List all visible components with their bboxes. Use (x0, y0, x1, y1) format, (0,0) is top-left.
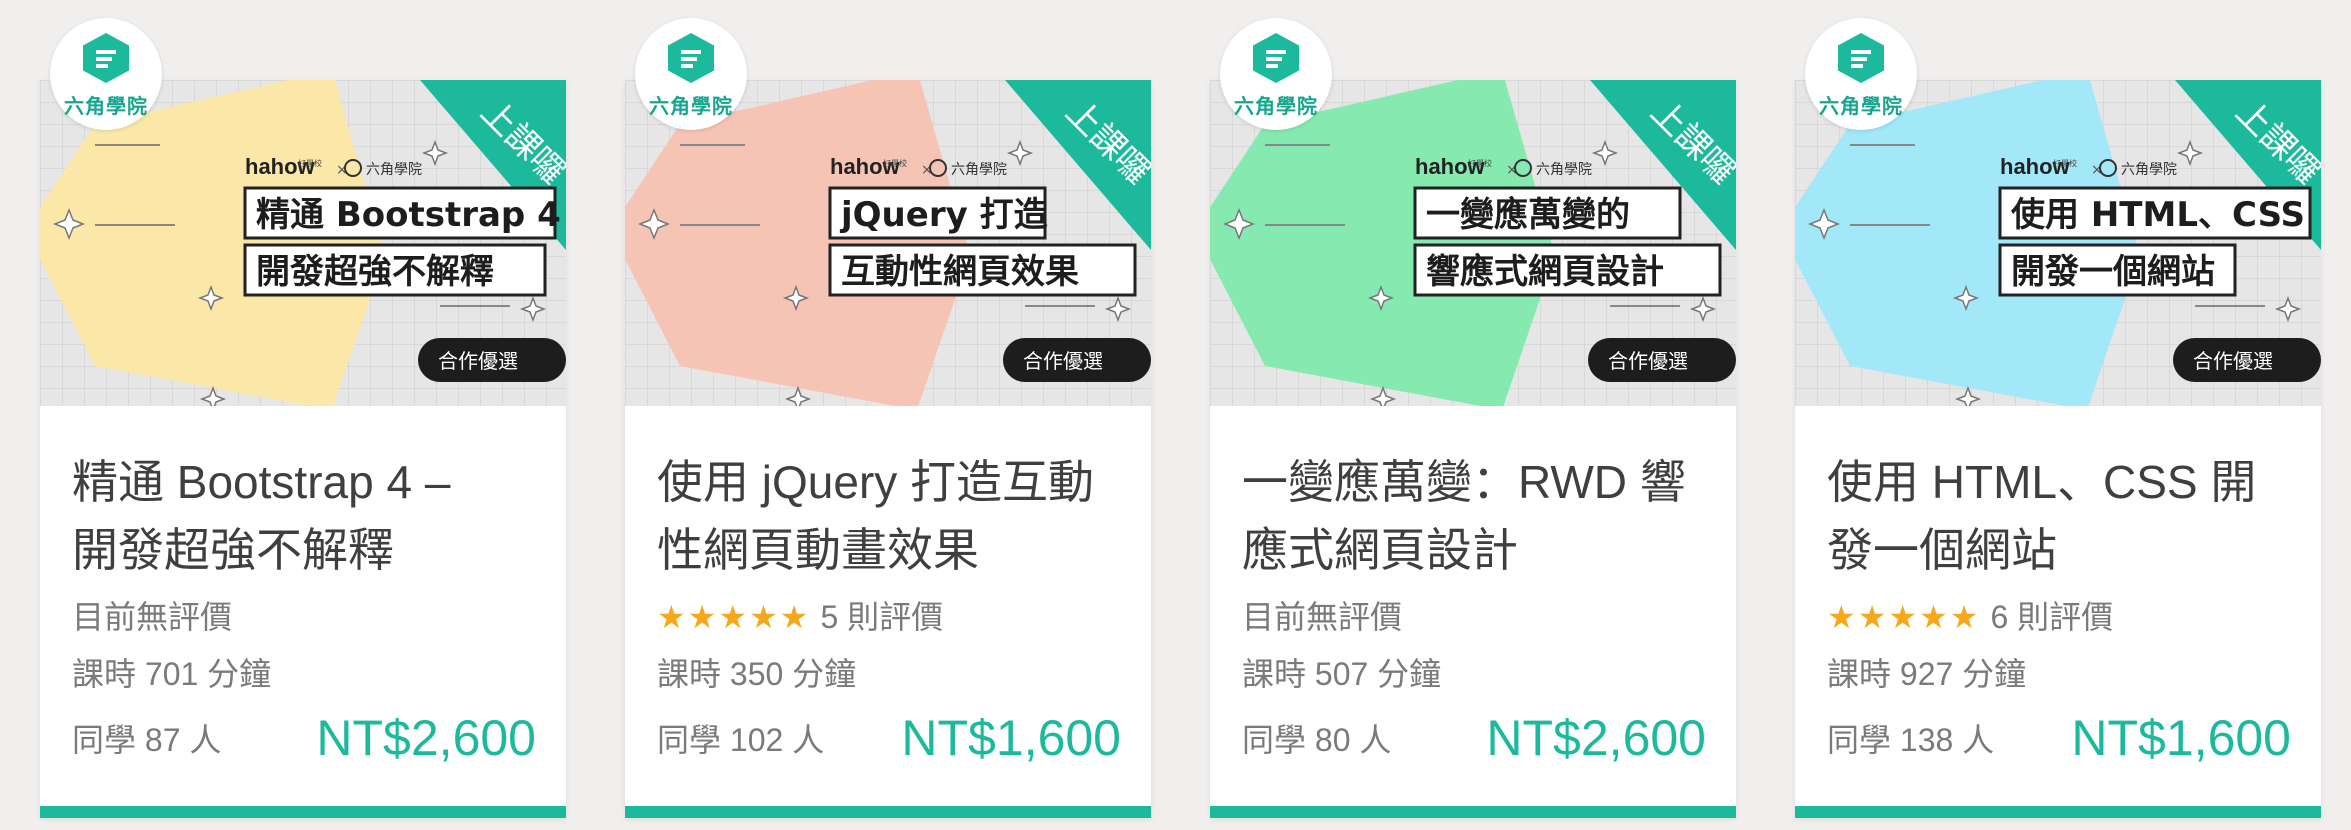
course-price: NT$2,600 (316, 710, 536, 766)
title-line: 精通 Bootstrap 4 – (72, 456, 451, 508)
rating-text: 目前無評價 (72, 599, 233, 635)
banner-line-1: jQuery 打造 (839, 195, 1048, 235)
card-accent-bar (625, 806, 1151, 818)
course-duration: 課時 927 分鐘 (1827, 656, 2027, 692)
title-line: 發一個網站 (1827, 524, 2057, 576)
banner-line-1: 精通 Bootstrap 4 (256, 195, 561, 235)
rating-text: 6 則評價 (1990, 599, 2114, 635)
collab-badge: 合作優選 (1023, 349, 1103, 373)
student-count: 同學 80 人 (1242, 722, 1392, 758)
star-rating-icon: ★★★★★ (657, 599, 811, 635)
partner-small: 好學校 (2053, 158, 2077, 168)
logo-text: 六角學院 (649, 94, 733, 118)
banner-line-2: 開發超強不解釋 (256, 252, 494, 292)
rating: 目前無評價 (1242, 597, 1402, 637)
student-count: 同學 102 人 (657, 722, 825, 758)
course-thumbnail[interactable]: 上課囉 hahow 好學校 × 六角學院 精通 Bootstrap 4 開發超強… (40, 80, 566, 406)
course-price: NT$1,600 (2071, 710, 2291, 766)
banner-line-2: 互動性網頁效果 (841, 252, 1079, 292)
rating: ★★★★★ 5 則評價 (657, 597, 943, 637)
course-card[interactable]: 六角學院 上課囉 hahow 好學校 × 六角學院 精通 Bootstrap 4… (40, 18, 566, 818)
rating-text: 5 則評價 (820, 599, 944, 635)
school-small: 六角學院 (1536, 162, 1592, 178)
banner-line-2: 響應式網頁設計 (1426, 252, 1664, 292)
hexschool-logo: 六角學院 (1220, 18, 1332, 130)
banner-line-1: 一變應萬變的 (1426, 195, 1630, 235)
course-title[interactable]: 一變應萬變：RWD 響 應式網頁設計 (1242, 448, 1712, 584)
hexschool-logo: 六角學院 (50, 18, 162, 130)
course-title[interactable]: 使用 HTML、CSS 開 發一個網站 (1827, 448, 2297, 584)
title-line: 使用 jQuery 打造互動 (657, 456, 1095, 508)
collab-badge: 合作優選 (2193, 349, 2273, 373)
partner-small: 好學校 (1468, 158, 1492, 168)
course-duration: 課時 507 分鐘 (1242, 656, 1442, 692)
course-card[interactable]: 六角學院 上課囉 hahow 好學校 × 六角學院 使用 HTML、CSS 開發… (1795, 18, 2321, 818)
hexschool-logo: 六角學院 (1805, 18, 1917, 130)
course-card[interactable]: 六角學院 上課囉 hahow 好學校 × 六角學院 jQuery 打造 互動性網… (625, 18, 1151, 818)
title-line: 性網頁動畫效果 (657, 524, 979, 576)
rating-text: 目前無評價 (1242, 599, 1403, 635)
school-small: 六角學院 (2121, 162, 2177, 178)
banner-line-2: 開發一個網站 (2011, 252, 2215, 292)
title-line: 使用 HTML、CSS 開 (1827, 456, 2257, 508)
card-accent-bar (1210, 806, 1736, 818)
student-count: 同學 87 人 (72, 722, 222, 758)
card-accent-bar (40, 806, 566, 818)
course-duration: 課時 350 分鐘 (657, 656, 857, 692)
course-duration: 課時 701 分鐘 (72, 656, 272, 692)
card-accent-bar (1795, 806, 2321, 818)
hexschool-logo: 六角學院 (635, 18, 747, 130)
hexagon-logo-icon (1838, 33, 1884, 83)
hexagon-logo-icon (668, 33, 714, 83)
school-small: 六角學院 (366, 162, 422, 178)
course-price: NT$1,600 (901, 710, 1121, 766)
title-line: 一變應萬變：RWD 響 (1242, 456, 1686, 508)
logo-text: 六角學院 (1819, 94, 1903, 118)
title-line: 開發超強不解釋 (72, 524, 394, 576)
partner-small: 好學校 (883, 158, 907, 168)
logo-text: 六角學院 (1234, 94, 1318, 118)
rating: ★★★★★ 6 則評價 (1827, 597, 2113, 637)
course-title[interactable]: 使用 jQuery 打造互動 性網頁動畫效果 (657, 448, 1127, 584)
star-rating-icon: ★★★★★ (1827, 599, 1981, 635)
course-price: NT$2,600 (1486, 710, 1706, 766)
course-card[interactable]: 六角學院 上課囉 hahow 好學校 × 六角學院 一變應萬變的 響應式網頁設計… (1210, 18, 1736, 818)
banner-line-1: 使用 HTML、CSS (2010, 195, 2305, 235)
hexagon-logo-icon (1253, 33, 1299, 83)
logo-text: 六角學院 (64, 94, 148, 118)
rating: 目前無評價 (72, 597, 232, 637)
course-thumbnail[interactable]: 上課囉 hahow 好學校 × 六角學院 一變應萬變的 響應式網頁設計 合作優選 (1210, 80, 1736, 406)
title-line: 應式網頁設計 (1242, 524, 1518, 576)
collab-badge: 合作優選 (1608, 349, 1688, 373)
course-thumbnail[interactable]: 上課囉 hahow 好學校 × 六角學院 jQuery 打造 互動性網頁效果 合… (625, 80, 1151, 406)
hexagon-logo-icon (83, 33, 129, 83)
course-title[interactable]: 精通 Bootstrap 4 – 開發超強不解釋 (72, 448, 542, 584)
school-small: 六角學院 (951, 162, 1007, 178)
student-count: 同學 138 人 (1827, 722, 1995, 758)
course-thumbnail[interactable]: 上課囉 hahow 好學校 × 六角學院 使用 HTML、CSS 開發一個網站 … (1795, 80, 2321, 406)
collab-badge: 合作優選 (438, 349, 518, 373)
partner-small: 好學校 (298, 158, 322, 168)
